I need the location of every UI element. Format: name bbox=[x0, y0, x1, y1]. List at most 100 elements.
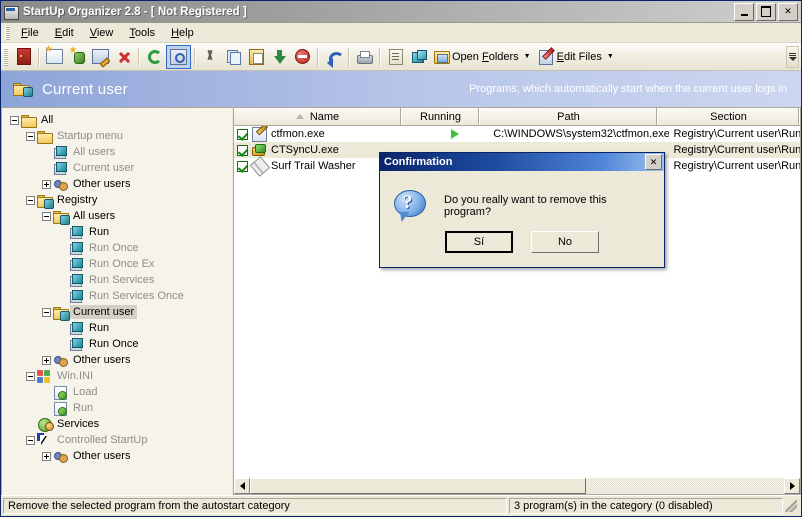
list-horizontal-scrollbar[interactable] bbox=[234, 477, 800, 494]
scroll-thumb[interactable] bbox=[250, 478, 586, 494]
tree-toggle-minus-icon[interactable] bbox=[26, 195, 35, 205]
tree-toggle-plus-icon[interactable] bbox=[42, 451, 51, 461]
scroll-left-button[interactable] bbox=[234, 478, 250, 494]
tree-item-other-users[interactable]: Other users bbox=[2, 448, 232, 464]
resize-grip[interactable] bbox=[785, 500, 797, 512]
undo-icon[interactable] bbox=[322, 46, 345, 68]
copy-icon[interactable] bbox=[222, 46, 245, 68]
registry-icon[interactable] bbox=[407, 46, 430, 68]
tree-item-current-user[interactable]: Current user bbox=[2, 304, 232, 321]
open-folder-icon bbox=[434, 50, 450, 64]
menu-tools[interactable]: Tools bbox=[121, 25, 163, 41]
tree-item-run-once[interactable]: Run Once bbox=[2, 336, 232, 352]
tree-item-run[interactable]: Run bbox=[2, 400, 232, 416]
tree-item-other-users[interactable]: Other users bbox=[2, 352, 232, 368]
new-category-icon[interactable] bbox=[43, 44, 66, 68]
tree-toggle-minus-icon[interactable] bbox=[42, 211, 51, 221]
tree-item-run-once-ex[interactable]: Run Once Ex bbox=[2, 256, 232, 272]
dialog-close-button[interactable]: ✕ bbox=[645, 154, 662, 170]
category-tree-panel[interactable]: All Startup menu All users Current user Othe… bbox=[1, 107, 233, 495]
report-icon[interactable] bbox=[384, 46, 407, 68]
close-button[interactable]: ✕ bbox=[778, 2, 798, 21]
cut-icon[interactable] bbox=[199, 46, 222, 68]
tree-item-label: Run Services bbox=[89, 274, 155, 286]
menu-edit[interactable]: Edit bbox=[47, 25, 82, 41]
tree-item-run-services[interactable]: Run Services bbox=[2, 272, 232, 288]
registry-key-icon bbox=[69, 241, 85, 256]
open-folders-button[interactable]: Open Folders ▼ bbox=[430, 46, 535, 68]
users-icon bbox=[53, 177, 69, 192]
table-row[interactable]: ctfmon.exe C:\WINDOWS\system32\ctfmon.exe… bbox=[234, 126, 800, 142]
windows-icon bbox=[37, 369, 53, 384]
column-header-section[interactable]: Section bbox=[658, 108, 800, 125]
tree-item-run-services-once[interactable]: Run Services Once bbox=[2, 288, 232, 304]
tree-item-current-user[interactable]: Current user bbox=[2, 160, 232, 176]
find-icon[interactable] bbox=[166, 44, 191, 69]
menu-help[interactable]: Help bbox=[163, 25, 202, 41]
row-checkbox[interactable] bbox=[237, 144, 248, 156]
brush-icon bbox=[249, 156, 271, 177]
tree-item-other-users[interactable]: Other users bbox=[2, 176, 232, 192]
menu-grip[interactable] bbox=[5, 25, 10, 40]
delete-icon[interactable] bbox=[112, 46, 135, 68]
toolbar-grip[interactable] bbox=[4, 47, 8, 66]
tree-item-all-users[interactable]: All users bbox=[2, 144, 232, 160]
disable-icon[interactable] bbox=[291, 46, 314, 68]
toolbar-separator bbox=[317, 47, 319, 66]
yes-button[interactable]: Sí bbox=[445, 231, 513, 253]
tree-toggle-minus-icon[interactable] bbox=[26, 435, 35, 445]
print-icon[interactable] bbox=[353, 46, 376, 68]
tree-item-startup-menu[interactable]: Startup menu bbox=[2, 128, 232, 144]
tree-item-label: Load bbox=[73, 386, 98, 398]
tree-item-label: Run bbox=[89, 226, 110, 238]
tree-toggle-minus-icon[interactable] bbox=[10, 115, 19, 125]
tree-toggle-minus-icon[interactable] bbox=[26, 131, 35, 141]
menu-view[interactable]: View bbox=[82, 25, 122, 41]
tree-toggle-plus-icon[interactable] bbox=[42, 179, 51, 189]
edit-files-label: Edit Files bbox=[556, 50, 602, 63]
tree-item-load[interactable]: Load bbox=[2, 384, 232, 400]
edit-program-icon[interactable] bbox=[89, 46, 112, 68]
tree-item-controlled-startup[interactable]: Controlled StartUp bbox=[2, 432, 232, 448]
startup-folder-icon bbox=[53, 161, 69, 176]
tree-item-label: Controlled StartUp bbox=[57, 434, 148, 446]
tree-toggle-minus-icon[interactable] bbox=[26, 371, 35, 381]
tree-toggle-plus-icon[interactable] bbox=[42, 355, 51, 365]
minimize-button[interactable] bbox=[734, 2, 754, 21]
tree-item-registry[interactable]: Registry bbox=[2, 192, 232, 209]
scroll-track[interactable] bbox=[586, 478, 784, 494]
tree-item-label: Run Once Ex bbox=[89, 258, 155, 270]
column-header-path[interactable]: Path bbox=[480, 108, 658, 125]
registry-key-icon bbox=[69, 225, 85, 240]
scroll-right-button[interactable] bbox=[784, 478, 800, 494]
move-down-icon[interactable] bbox=[268, 46, 291, 68]
maximize-button[interactable] bbox=[756, 2, 776, 21]
new-user-icon[interactable] bbox=[66, 45, 89, 68]
tree-item-all[interactable]: All bbox=[2, 112, 232, 128]
list-header: Name Running Path Section bbox=[234, 108, 800, 126]
column-header-name[interactable]: Name bbox=[234, 108, 402, 125]
tree-toggle-minus-icon[interactable] bbox=[42, 307, 51, 317]
tree-item-run[interactable]: Run bbox=[2, 224, 232, 240]
tree-item-run-once[interactable]: Run Once bbox=[2, 240, 232, 256]
tree-item-label: Startup menu bbox=[57, 130, 124, 142]
no-button[interactable]: No bbox=[531, 231, 599, 253]
edit-files-button[interactable]: Edit Files ▼ bbox=[535, 46, 618, 68]
tree-item-services[interactable]: Services bbox=[2, 416, 232, 432]
tree-item-label: Registry bbox=[57, 194, 98, 206]
tree-item-label: Run Once bbox=[89, 338, 139, 350]
toolbar-separator bbox=[379, 47, 381, 66]
page-title: Current user bbox=[42, 80, 128, 98]
menu-file[interactable]: File bbox=[13, 25, 47, 41]
row-checkbox[interactable] bbox=[237, 160, 248, 172]
folder-registry-icon bbox=[53, 209, 70, 225]
row-checkbox[interactable] bbox=[237, 128, 248, 140]
paste-icon[interactable] bbox=[245, 46, 268, 68]
exit-icon[interactable] bbox=[12, 46, 35, 68]
column-header-running[interactable]: Running bbox=[402, 108, 480, 125]
tree-item-win-ini[interactable]: Win.INI bbox=[2, 368, 232, 384]
refresh-icon[interactable] bbox=[143, 46, 166, 68]
tree-item-all-users[interactable]: All users bbox=[2, 208, 232, 225]
toolbar-overflow-button[interactable] bbox=[786, 46, 799, 68]
tree-item-run[interactable]: Run bbox=[2, 320, 232, 336]
